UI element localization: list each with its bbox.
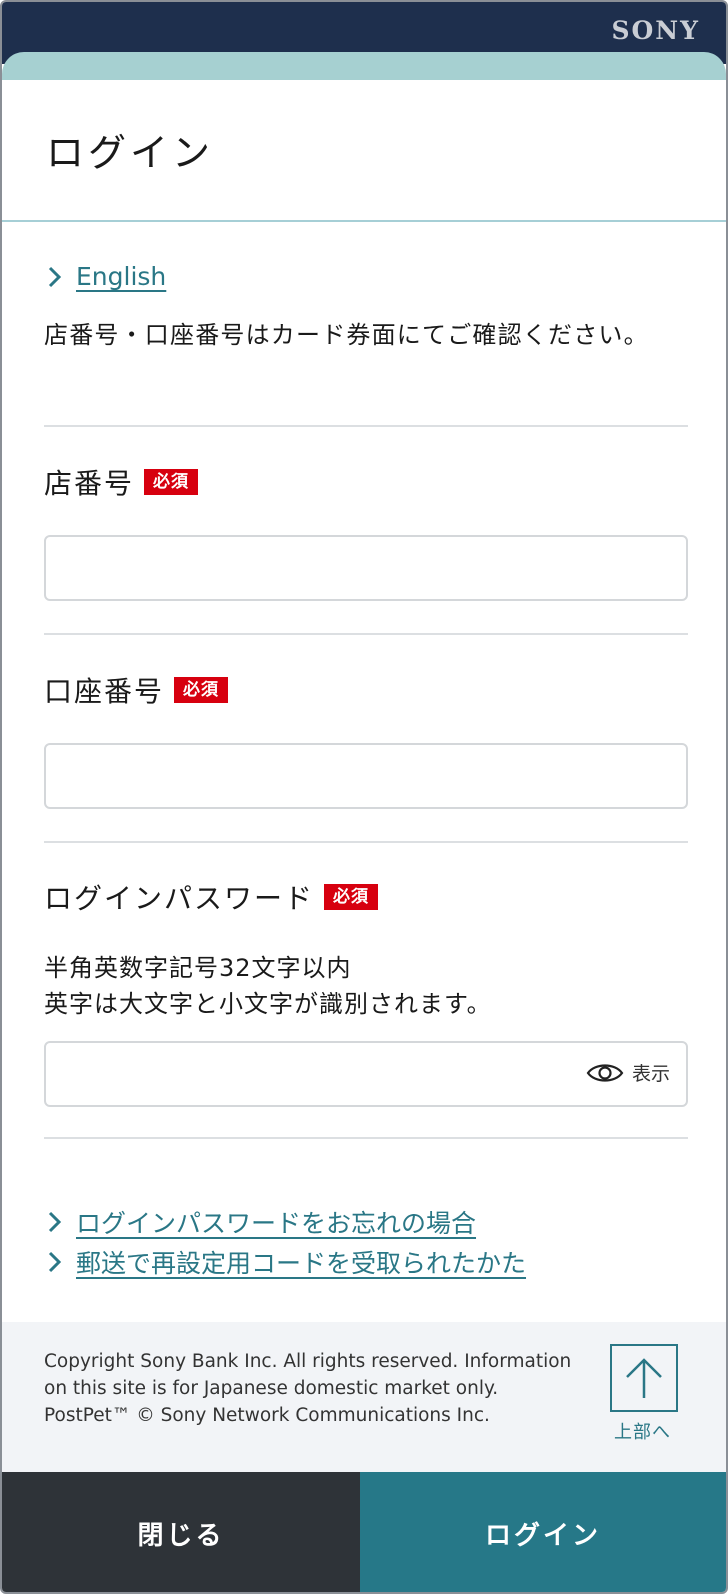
reset-code-link-row[interactable]: 郵送で再設定用コードを受取られたかた xyxy=(44,1244,526,1280)
show-password-toggle[interactable]: 表示 xyxy=(586,1059,670,1086)
branch-label-text: 店番号 xyxy=(44,467,135,500)
account-field-box xyxy=(44,743,688,809)
divider xyxy=(44,841,688,843)
divider xyxy=(44,1137,688,1139)
page-header: ログイン xyxy=(2,80,726,222)
required-badge: 必須 xyxy=(324,884,379,910)
login-button[interactable]: ログイン xyxy=(360,1472,726,1592)
password-label: ログインパスワード 必須 xyxy=(44,877,379,917)
required-badge: 必須 xyxy=(144,469,199,495)
password-label-text: ログインパスワード xyxy=(44,882,315,915)
chevron-right-icon xyxy=(48,1211,62,1233)
header-accent-strip xyxy=(2,52,726,82)
copyright-line: Copyright Sony Bank Inc. All rights rese… xyxy=(44,1351,572,1399)
account-label: 口座番号 必須 xyxy=(44,670,229,710)
close-button[interactable]: 閉じる xyxy=(2,1472,360,1592)
page-title: ログイン xyxy=(46,131,215,175)
password-field-box: 表示 xyxy=(44,1041,688,1107)
arrow-up-icon xyxy=(626,1358,662,1398)
password-input[interactable] xyxy=(46,1043,566,1105)
back-to-top-label: 上部へ xyxy=(614,1422,671,1443)
back-to-top-button[interactable] xyxy=(610,1344,678,1412)
divider xyxy=(44,633,688,635)
eye-icon xyxy=(586,1063,624,1082)
branch-number-input[interactable] xyxy=(46,537,686,599)
footer: Copyright Sony Bank Inc. All rights rese… xyxy=(2,1322,726,1472)
account-label-text: 口座番号 xyxy=(44,675,165,708)
copyright-text: Copyright Sony Bank Inc. All rights rese… xyxy=(44,1348,594,1429)
account-number-input[interactable] xyxy=(46,745,686,807)
forgot-password-link-row[interactable]: ログインパスワードをお忘れの場合 xyxy=(44,1204,526,1240)
password-note-line1: 半角英数字記号32文字以内 xyxy=(44,954,352,982)
bottom-action-bar: 閉じる ログイン xyxy=(2,1472,726,1592)
english-link-row[interactable]: English xyxy=(44,262,166,291)
sony-logo: SONY xyxy=(611,16,700,45)
show-password-label: 表示 xyxy=(631,1063,670,1085)
branch-label: 店番号 必須 xyxy=(44,462,199,502)
help-links: ログインパスワードをお忘れの場合 郵送で再設定用コードを受取られたかた xyxy=(44,1204,526,1284)
english-link[interactable]: English xyxy=(76,262,166,291)
reset-code-link[interactable]: 郵送で再設定用コードを受取られたかた xyxy=(76,1244,526,1280)
chevron-right-icon xyxy=(48,1251,62,1273)
app-frame: SONY ログイン English 店番号・口座番号はカード券面にてご確認くださ… xyxy=(0,0,728,1594)
chevron-right-icon xyxy=(48,266,62,287)
divider xyxy=(44,425,688,427)
required-badge: 必須 xyxy=(174,677,229,703)
password-note-line2: 英字は大文字と小文字が識別されます。 xyxy=(44,990,492,1018)
branch-field-box xyxy=(44,535,688,601)
password-note: 半角英数字記号32文字以内 英字は大文字と小文字が識別されます。 xyxy=(44,950,492,1022)
intro-text: 店番号・口座番号はカード券面にてご確認ください。 xyxy=(44,321,649,349)
postpet-line: PostPet™ © Sony Network Communications I… xyxy=(44,1405,490,1426)
forgot-password-link[interactable]: ログインパスワードをお忘れの場合 xyxy=(76,1204,476,1240)
